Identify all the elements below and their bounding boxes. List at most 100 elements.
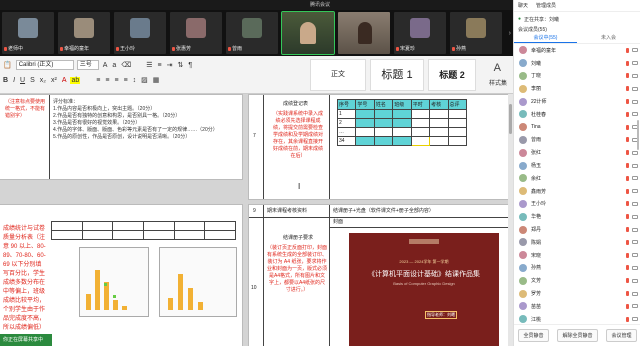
camera-icon[interactable] bbox=[632, 317, 638, 322]
camera-icon[interactable] bbox=[632, 73, 638, 78]
mic-muted-icon[interactable] bbox=[626, 60, 629, 66]
justify-icon[interactable]: ≡ bbox=[123, 77, 129, 84]
camera-icon[interactable] bbox=[632, 240, 638, 245]
unmute-all-button[interactable]: 解除全员静音 bbox=[557, 329, 598, 342]
member-row[interactable]: 张红 bbox=[514, 146, 640, 159]
camera-icon[interactable] bbox=[632, 48, 638, 53]
grade-table[interactable]: 序号 学号 姓名 班级 平时 考核 总评 1 2 … 34 bbox=[336, 99, 468, 146]
chevron-right-icon[interactable]: › bbox=[509, 30, 511, 37]
highlight-icon[interactable]: ab bbox=[70, 76, 81, 84]
camera-icon[interactable] bbox=[632, 291, 638, 296]
member-row[interactable]: 杨玉 bbox=[514, 159, 640, 172]
meeting-manage-button[interactable]: 会议管理 bbox=[606, 329, 637, 342]
font-name-select[interactable]: Calibri (正文) bbox=[15, 60, 74, 70]
camera-icon[interactable] bbox=[632, 189, 638, 194]
numbering-icon[interactable]: ≡ bbox=[156, 62, 162, 69]
mic-muted-icon[interactable] bbox=[626, 316, 629, 322]
mic-muted-icon[interactable] bbox=[626, 227, 629, 233]
mic-muted-icon[interactable] bbox=[626, 73, 629, 79]
mic-muted-icon[interactable] bbox=[626, 137, 629, 143]
camera-icon[interactable] bbox=[632, 304, 638, 309]
line-spacing-icon[interactable]: ↕ bbox=[132, 77, 138, 84]
align-center-icon[interactable]: ≡ bbox=[104, 77, 110, 84]
video-tile[interactable]: 曾雨 bbox=[226, 12, 278, 54]
tab-not-joined[interactable]: 未入会 bbox=[577, 32, 640, 43]
superscript-icon[interactable]: x² bbox=[50, 77, 58, 84]
mic-muted-icon[interactable] bbox=[626, 150, 629, 156]
mic-muted-icon[interactable] bbox=[626, 303, 629, 309]
tab-in-meeting[interactable]: 会议中(55) bbox=[514, 32, 577, 43]
indent-icon[interactable]: ⇥ bbox=[166, 61, 174, 69]
grow-font-icon[interactable]: A bbox=[102, 62, 109, 69]
video-tile[interactable]: 王小玲 bbox=[114, 12, 166, 54]
member-row[interactable]: 丁晓 bbox=[514, 70, 640, 83]
camera-icon[interactable] bbox=[632, 99, 638, 104]
member-row[interactable]: 余红 bbox=[514, 172, 640, 185]
panel-scrollbar[interactable] bbox=[637, 120, 639, 150]
bullets-icon[interactable]: ☰ bbox=[145, 61, 153, 69]
member-row[interactable]: 杜桂春 bbox=[514, 108, 640, 121]
italic-icon[interactable]: I bbox=[12, 77, 16, 84]
camera-icon[interactable] bbox=[632, 278, 638, 283]
align-left-icon[interactable]: ≡ bbox=[95, 77, 101, 84]
mic-muted-icon[interactable] bbox=[626, 201, 629, 207]
member-row[interactable]: 罗芳 bbox=[514, 287, 640, 300]
styles-pane-label[interactable]: 样式集 bbox=[489, 78, 507, 87]
camera-icon[interactable] bbox=[632, 61, 638, 66]
styles-pane-icon[interactable]: A bbox=[494, 62, 501, 74]
mic-muted-icon[interactable] bbox=[626, 99, 629, 105]
camera-icon[interactable] bbox=[632, 201, 638, 206]
mic-muted-icon[interactable] bbox=[626, 278, 629, 284]
borders-icon[interactable]: ▦ bbox=[152, 76, 161, 84]
mic-muted-icon[interactable] bbox=[626, 47, 629, 53]
mic-muted-icon[interactable] bbox=[626, 163, 629, 169]
document-area[interactable]: （注意标点要使用统一格式，不能有错别字） 评分标准： 1.作品内容是否积极向上，… bbox=[0, 94, 513, 346]
video-tile[interactable]: 张惠芳 bbox=[170, 12, 222, 54]
video-tile[interactable] bbox=[338, 12, 390, 54]
style-normal[interactable]: 正文 bbox=[310, 59, 366, 91]
camera-icon[interactable] bbox=[632, 176, 638, 181]
member-row[interactable]: 陈娟 bbox=[514, 236, 640, 249]
member-row[interactable]: 22计师 bbox=[514, 95, 640, 108]
camera-icon[interactable] bbox=[632, 214, 638, 219]
member-row[interactable]: 李丽 bbox=[514, 82, 640, 95]
member-row[interactable]: 刘曦 bbox=[514, 57, 640, 70]
mic-muted-icon[interactable] bbox=[626, 214, 629, 220]
strike-icon[interactable]: S bbox=[29, 77, 36, 84]
clear-format-icon[interactable]: ⌫ bbox=[120, 61, 132, 69]
chat-tab[interactable]: 聊天 bbox=[518, 2, 528, 9]
member-row[interactable]: 苗苗 bbox=[514, 300, 640, 313]
member-row[interactable]: 王小玲 bbox=[514, 198, 640, 211]
member-row[interactable]: 江桃 bbox=[514, 313, 640, 324]
video-tile[interactable]: 孙燕 bbox=[450, 12, 502, 54]
manage-members-tab[interactable]: 管理成员 bbox=[536, 2, 556, 9]
member-row[interactable]: 宋晓 bbox=[514, 249, 640, 262]
member-row[interactable]: 文芳 bbox=[514, 274, 640, 287]
font-color-icon[interactable]: A bbox=[61, 77, 68, 84]
underline-icon[interactable]: U bbox=[19, 77, 26, 84]
video-tile[interactable]: 幸福的童年 bbox=[58, 12, 110, 54]
subscript-icon[interactable]: x₂ bbox=[39, 77, 47, 84]
align-right-icon[interactable]: ≡ bbox=[113, 77, 119, 84]
camera-icon[interactable] bbox=[632, 265, 638, 270]
score-distribution-table[interactable] bbox=[51, 221, 236, 240]
mute-all-button[interactable]: 全员静音 bbox=[518, 329, 549, 342]
camera-icon[interactable] bbox=[632, 253, 638, 258]
member-row[interactable]: 幸福的童年 bbox=[514, 44, 640, 57]
show-marks-icon[interactable]: ¶ bbox=[187, 62, 193, 69]
shading-icon[interactable]: ▨ bbox=[140, 76, 149, 84]
member-row[interactable]: 华艳 bbox=[514, 210, 640, 223]
paste-icon[interactable]: 📋 bbox=[2, 61, 13, 69]
share-status-banner[interactable]: 你正在屏幕共享中 bbox=[0, 334, 52, 346]
mic-muted-icon[interactable] bbox=[626, 124, 629, 130]
camera-icon[interactable] bbox=[632, 112, 638, 117]
member-row[interactable]: 孙燕 bbox=[514, 262, 640, 275]
mic-muted-icon[interactable] bbox=[626, 265, 629, 271]
video-tile[interactable]: 老师中 bbox=[2, 12, 54, 54]
bold-icon[interactable]: B bbox=[2, 77, 9, 84]
member-row[interactable]: Tina bbox=[514, 121, 640, 134]
font-size-select[interactable]: 三号 bbox=[76, 60, 99, 70]
mic-muted-icon[interactable] bbox=[626, 188, 629, 194]
mic-muted-icon[interactable] bbox=[626, 252, 629, 258]
video-tile[interactable] bbox=[281, 11, 335, 55]
